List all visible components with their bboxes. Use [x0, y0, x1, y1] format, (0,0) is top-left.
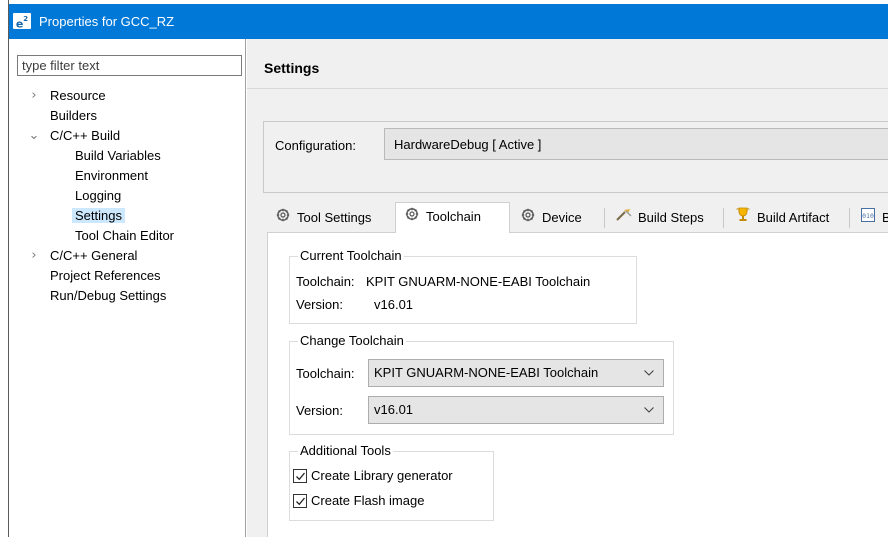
- trophy-icon: [735, 206, 751, 232]
- tab-label: Build Artifact: [757, 210, 830, 225]
- settings-header: Settings: [247, 39, 888, 89]
- page-title: Settings: [264, 60, 320, 76]
- tab-label: B: [882, 210, 888, 225]
- sidebar-item-logging[interactable]: Logging: [75, 186, 121, 206]
- current-version-label: Version:: [296, 297, 343, 312]
- tab-toolchain[interactable]: Toolchain: [395, 202, 510, 233]
- chevron-down-icon: [642, 397, 656, 423]
- version-select-value: v16.01: [374, 402, 414, 417]
- binary-icon: 010: [860, 206, 876, 232]
- tab-separator: [604, 208, 605, 228]
- tab-device[interactable]: Device: [512, 205, 582, 232]
- left-edge: [0, 0, 8, 537]
- tab-build-steps[interactable]: Build Steps: [608, 205, 704, 232]
- build-steps-icon: [616, 206, 632, 232]
- toolchain-select[interactable]: KPIT GNUARM-NONE-EABI Toolchain: [368, 359, 664, 387]
- e2-app-icon: e2: [13, 13, 31, 31]
- change-toolchain-label: Toolchain:: [296, 366, 355, 381]
- sidebar-item-builders[interactable]: Builders: [50, 106, 97, 126]
- change-version-label: Version:: [296, 403, 343, 418]
- configuration-select[interactable]: HardwareDebug [ Active ]: [384, 128, 888, 160]
- tab-label: Device: [542, 210, 582, 225]
- sidebar-item-build-variables[interactable]: Build Variables: [75, 146, 161, 166]
- sidebar-item-tool-chain-editor[interactable]: Tool Chain Editor: [75, 226, 174, 246]
- sidebar-item-label: Tool Chain Editor: [75, 228, 174, 243]
- tab-tool-settings[interactable]: Tool Settings: [267, 205, 371, 232]
- sidebar-item-label: Build Variables: [75, 148, 161, 163]
- chevron-right-icon[interactable]: ›: [28, 246, 40, 266]
- settings-pane: Settings Configuration: HardwareDebug [ …: [247, 39, 888, 537]
- change-toolchain-group: Change Toolchain Toolchain: KPIT GNUARM-…: [289, 333, 674, 435]
- sidebar-item-resource[interactable]: Resource: [50, 86, 106, 106]
- version-select[interactable]: v16.01: [368, 396, 664, 424]
- current-toolchain-value: KPIT GNUARM-NONE-EABI Toolchain: [366, 274, 591, 289]
- toolchain-tab-panel: Current Toolchain Toolchain: KPIT GNUARM…: [267, 232, 888, 537]
- tab-label: Tool Settings: [297, 210, 372, 225]
- checkbox-label: Create Library generator: [311, 468, 453, 483]
- sidebar-item-label: C/C++ General: [50, 248, 138, 263]
- window-title: Properties for GCC_RZ: [39, 14, 175, 29]
- sidebar-item-label: Builders: [50, 108, 97, 123]
- toolchain-select-value: KPIT GNUARM-NONE-EABI Toolchain: [374, 365, 599, 380]
- tab-label: Toolchain: [426, 209, 481, 224]
- configuration-label: Configuration:: [275, 138, 356, 153]
- sidebar-item-label: Run/Debug Settings: [50, 288, 167, 303]
- sidebar: type filter text › Resource Builders ⌄ C…: [9, 39, 246, 537]
- chevron-right-icon[interactable]: ›: [28, 86, 40, 106]
- sidebar-item-label: Settings: [72, 208, 125, 223]
- gear-icon: [520, 206, 536, 232]
- tab-label: Build Steps: [638, 210, 704, 225]
- svg-text:010: 010: [862, 212, 874, 220]
- title-bar[interactable]: e2 Properties for GCC_RZ: [9, 4, 888, 39]
- additional-tools-title: Additional Tools: [298, 443, 393, 459]
- current-toolchain-label: Toolchain:: [296, 274, 355, 289]
- additional-tools-group: Additional Tools Create Library generato…: [289, 443, 494, 521]
- checkbox-checked-icon[interactable]: [293, 494, 307, 508]
- sidebar-item-run-debug-settings[interactable]: Run/Debug Settings: [50, 286, 166, 306]
- sidebar-item-project-references[interactable]: Project References: [50, 266, 161, 286]
- chevron-down-icon[interactable]: ⌄: [28, 126, 40, 146]
- current-version-value: v16.01: [374, 297, 414, 312]
- gear-icon: [404, 204, 420, 232]
- current-toolchain-group: Current Toolchain Toolchain: KPIT GNUARM…: [289, 248, 637, 324]
- gear-icon: [275, 206, 291, 232]
- sidebar-item-settings[interactable]: Settings: [72, 206, 125, 226]
- tab-binary-parsers[interactable]: 010 B: [852, 205, 888, 232]
- current-toolchain-title: Current Toolchain: [298, 248, 404, 264]
- tab-separator: [723, 208, 724, 228]
- configuration-panel: Configuration: HardwareDebug [ Active ]: [263, 121, 888, 193]
- checkbox-label: Create Flash image: [311, 493, 425, 508]
- tab-build-artifact[interactable]: Build Artifact: [727, 205, 829, 232]
- sidebar-item-cpp-general[interactable]: C/C++ General: [50, 246, 137, 266]
- change-toolchain-title: Change Toolchain: [298, 333, 406, 349]
- sidebar-item-environment[interactable]: Environment: [75, 166, 148, 186]
- sidebar-item-cpp-build[interactable]: C/C++ Build: [50, 126, 120, 146]
- sidebar-item-label: C/C++ Build: [50, 128, 121, 143]
- tab-bar: Tool Settings Toolchain Device Build Ste…: [267, 202, 888, 233]
- sidebar-item-label: Logging: [75, 188, 122, 203]
- sidebar-item-label: Resource: [50, 88, 106, 103]
- chevron-down-icon: [642, 360, 656, 386]
- checkbox-checked-icon[interactable]: [293, 469, 307, 483]
- tab-separator: [849, 208, 850, 228]
- sidebar-item-label: Environment: [75, 168, 148, 183]
- filter-input[interactable]: type filter text: [17, 55, 242, 76]
- properties-dialog: e2 Properties for GCC_RZ type filter tex…: [0, 0, 888, 537]
- sidebar-item-label: Project References: [50, 268, 161, 283]
